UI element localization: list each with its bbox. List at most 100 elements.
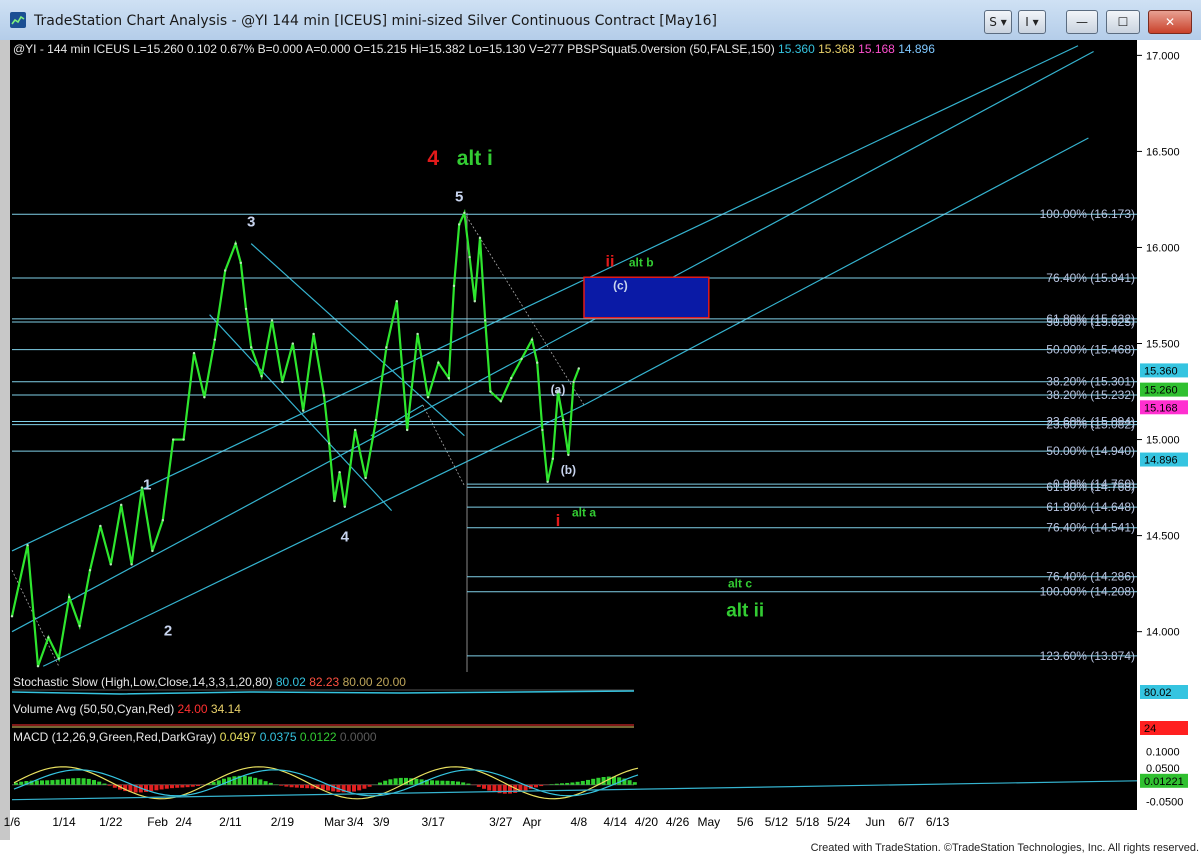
macd-histogram-bar [450,781,455,785]
macd-histogram-bar [300,784,304,788]
indicator-i-button[interactable]: I ▾ [1018,10,1046,34]
macd-histogram-bar [466,783,471,785]
indicator-name: Volume Avg (50,50,Cyan,Red) [13,702,174,716]
price-point [88,568,92,572]
macd-histogram-bar [253,777,258,785]
wave-label: alt a [572,505,596,519]
time-axis-label: 2/4 [175,815,192,829]
fib-level-label: 76.40% (14.286) [1046,570,1135,584]
fib-level-label: 61.80% (14.768) [1046,480,1135,494]
macd-histogram-bar [388,779,393,785]
fib-level-label: 23.60% (15.082) [1046,418,1135,432]
price-point [463,211,466,215]
volume-header: Volume Avg (50,50,Cyan,Red) 24.00 34.14 [13,702,241,716]
price-point [239,261,242,265]
macd-histogram-bar [190,784,195,787]
strategy-s-button[interactable]: S ▾ [984,10,1012,34]
time-axis-label: Feb [147,815,168,829]
price-flag-label: 14.896 [1144,455,1178,467]
volume-flag-label: 24 [1144,723,1156,735]
footer: Created with TradeStation. ©TradeStation… [0,840,1201,856]
time-axis-label: May [697,815,720,829]
wave-label: alt i [457,147,493,170]
close-button[interactable]: ✕ [1148,10,1192,34]
price-point [572,380,575,384]
macd-histogram-bar [107,784,112,786]
fib-level-label: 38.20% (15.232) [1046,388,1135,402]
fib-level-label: 100.00% (16.173) [1040,207,1135,221]
title-bar[interactable]: TradeStation Chart Analysis - @YI 144 mi… [0,0,1201,41]
footer-credit: Created with TradeStation. ©TradeStation… [810,842,1199,854]
macd-histogram-bar [534,784,538,788]
macd-histogram-bar [170,784,174,789]
price-axis-label: 16.000 [1146,242,1180,254]
wave-label: alt c [728,576,752,590]
price-point [244,307,248,311]
time-axis-label: Mar [324,815,345,829]
price-point [312,332,315,336]
macd-histogram-bar [440,780,445,785]
macd-histogram-bar [180,784,185,788]
wave-label: 4 [341,528,350,545]
header-segment: 15.368 [815,42,855,56]
macd-histogram-bar [232,776,237,785]
macd-histogram-bar [549,784,554,785]
time-axis-label: Jun [866,815,885,829]
price-point [182,438,185,441]
header-segment: 15.168 [855,42,895,56]
macd-histogram-bar [570,782,575,785]
strategy-s-label: S [989,15,997,29]
macd-histogram-bar [66,778,70,785]
price-point [426,396,430,399]
macd-histogram-bar [362,784,367,789]
macd-histogram-bar [248,776,252,785]
minimize-button[interactable]: — [1066,10,1098,34]
price-point [406,428,409,432]
macd-histogram-bar [211,782,216,785]
time-axis-label: 6/7 [898,815,915,829]
macd-histogram-bar [19,781,24,785]
macd-histogram-bar [352,784,356,792]
macd-histogram-bar [268,782,273,785]
macd-histogram-bar [575,781,580,785]
price-chart[interactable]: @YI - 144 min ICEUS L=15.260 0.102 0.67%… [0,40,1201,840]
macd-histogram-bar [580,780,585,785]
macd-histogram-bar [305,784,310,789]
macd-histogram-bar [456,781,460,785]
price-point [281,380,284,384]
macd-histogram-bar [216,780,221,785]
time-axis-label: 4/20 [635,815,659,829]
header-segment: @YI - 144 min ICEUS L=15.260 0.102 0.67%… [13,42,775,56]
time-axis-label: 6/13 [926,815,950,829]
macd-histogram-bar [149,784,154,792]
macd-histogram-bar [45,780,50,785]
maximize-button[interactable]: ☐ [1106,10,1140,34]
indicator-value: 24.00 [174,702,208,716]
macd-histogram-bar [554,783,559,785]
wave-label: 1 [143,477,151,494]
fib-level-label: 61.80% (14.648) [1046,500,1135,514]
price-point [291,342,294,345]
indicator-value: 34.14 [208,702,242,716]
macd-histogram-bar [263,781,268,785]
price-point [546,480,549,484]
price-point [473,300,476,303]
price-point [302,409,305,412]
price-point [395,300,398,303]
macd-histogram-bar [279,784,284,786]
time-axis-label: 1/6 [4,815,21,829]
indicator-name: Stochastic Slow (High,Low,Close,14,3,3,1… [13,675,272,689]
fib-level-label: 50.00% (15.468) [1046,343,1135,357]
time-axis-label: 1/14 [52,815,76,829]
wave-label: alt b [629,256,654,270]
price-point [374,419,378,422]
time-axis-label: 3/4 [347,815,364,829]
price-point [510,376,513,380]
time-axis-label: Apr [523,815,542,829]
price-point [551,457,554,460]
price-point [520,357,523,361]
window-title: TradeStation Chart Analysis - @YI 144 mi… [34,13,717,29]
price-point [260,374,263,378]
price-point [541,428,544,432]
price-axis-label: 15.000 [1146,435,1180,447]
